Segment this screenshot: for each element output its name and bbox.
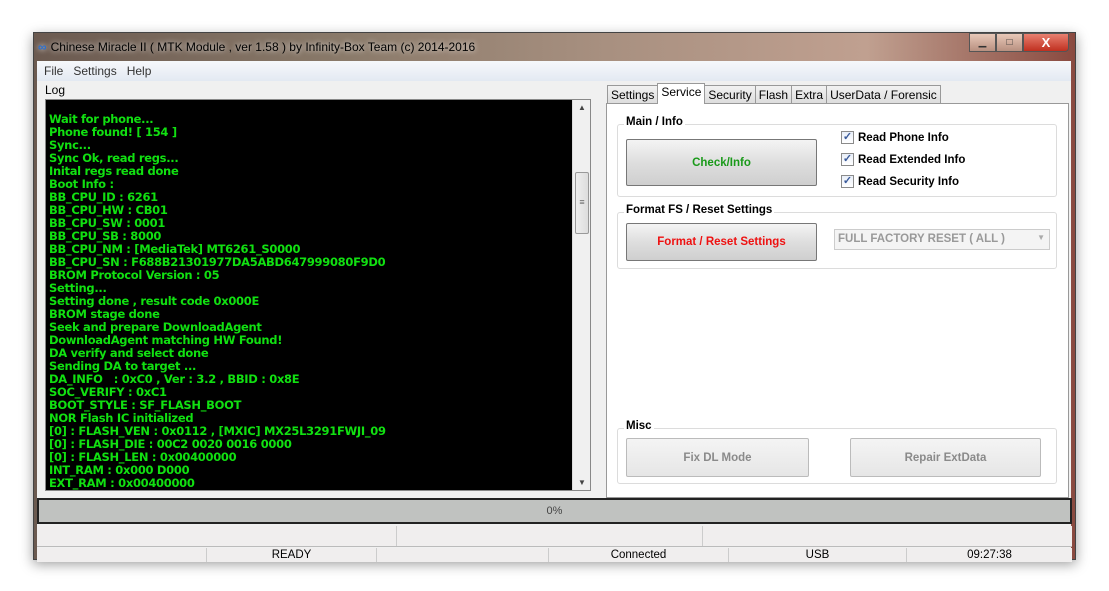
misc-title: Misc (624, 420, 654, 432)
menu-help[interactable]: Help (127, 64, 152, 78)
fix-dl-mode-button[interactable]: Fix DL Mode (626, 438, 809, 477)
repair-extdata-button[interactable]: Repair ExtData (850, 438, 1041, 477)
format-reset-button[interactable]: Format / Reset Settings (626, 223, 817, 261)
tab-settings[interactable]: Settings (607, 85, 659, 104)
minimize-button[interactable]: ▁ (969, 33, 996, 52)
title-bar: ∞ Chinese Miracle II ( MTK Module , ver … (38, 37, 475, 57)
read-extended-info-checkbox[interactable]: ✓ Read Extended Info (841, 153, 965, 166)
format-title: Format FS / Reset Settings (624, 204, 775, 216)
scroll-down-icon[interactable]: ▼ (573, 478, 590, 487)
status-connection: Connected (549, 548, 729, 562)
chevron-down-icon: ▼ (1037, 233, 1045, 242)
checkbox-checked-icon: ✓ (841, 175, 854, 188)
format-group: Format FS / Reset Settings Format / Rese… (617, 204, 1057, 269)
read-phone-info-checkbox[interactable]: ✓ Read Phone Info (841, 131, 949, 144)
log-scrollbar[interactable]: ▲ ≡ ▼ (572, 100, 590, 490)
checkbox-checked-icon: ✓ (841, 131, 854, 144)
maximize-button[interactable]: □ (996, 33, 1023, 52)
menu-file[interactable]: File (44, 64, 63, 78)
service-panel: Main / Info Check/Info ✓ Read Phone Info … (606, 103, 1069, 498)
checkbox-label: Read Security Info (858, 175, 959, 188)
tab-security[interactable]: Security (704, 85, 756, 104)
tab-bar: Settings Service Security Flash Extra Us… (607, 83, 941, 104)
read-security-info-checkbox[interactable]: ✓ Read Security Info (841, 175, 959, 188)
main-info-title: Main / Info (624, 116, 685, 128)
reset-type-select[interactable]: FULL FACTORY RESET ( ALL ) ▼ (834, 229, 1050, 250)
main-info-group: Main / Info Check/Info ✓ Read Phone Info … (617, 116, 1057, 197)
log-line: EXT_RAM : 0x00400000 (49, 476, 195, 490)
menu-settings[interactable]: Settings (73, 64, 116, 78)
tab-service[interactable]: Service (657, 83, 706, 104)
checkbox-checked-icon: ✓ (841, 153, 854, 166)
check-info-button[interactable]: Check/Info (626, 139, 817, 186)
progress-bar: 0% (37, 498, 1072, 524)
app-window: ∞ Chinese Miracle II ( MTK Module , ver … (33, 32, 1076, 562)
tab-flash[interactable]: Flash (754, 85, 793, 104)
status-state: READY (207, 548, 377, 562)
checkbox-label: Read Extended Info (858, 153, 966, 166)
infinity-logo-icon: ∞ (38, 40, 47, 54)
reset-type-value: FULL FACTORY RESET ( ALL ) (838, 233, 1005, 245)
status-bar: READY Connected USB 09:27:38 (37, 548, 1072, 562)
log-line: Phone found! [ 154 ] (49, 125, 177, 139)
status-bar-top (37, 526, 1072, 547)
log-label: Log (45, 83, 66, 97)
menu-bar: File Settings Help (37, 61, 1071, 81)
close-button[interactable]: X (1023, 33, 1069, 52)
checkbox-label: Read Phone Info (858, 131, 949, 144)
log-console[interactable]: Wait for phone... Phone found! [ 154 ] Syn… (45, 99, 591, 491)
scroll-up-icon[interactable]: ▲ (573, 103, 590, 112)
log-lines: Wait for phone... Phone found! [ 154 ] Syn… (49, 113, 386, 490)
tab-extra[interactable]: Extra (791, 85, 828, 104)
misc-group: Misc Fix DL Mode Repair ExtData (617, 420, 1057, 484)
tab-userdata-forensic[interactable]: UserData / Forensic (826, 85, 941, 104)
window-title: Chinese Miracle II ( MTK Module , ver 1.… (50, 40, 476, 54)
scroll-thumb[interactable]: ≡ (575, 172, 589, 234)
status-time: 09:27:38 (967, 549, 1012, 561)
status-port: USB (729, 548, 907, 562)
